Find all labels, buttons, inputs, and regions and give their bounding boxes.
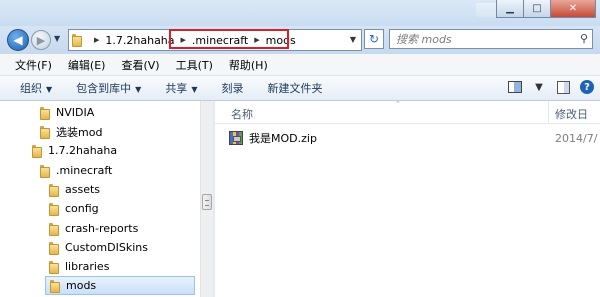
tree-item-label: libraries: [65, 260, 110, 273]
maximize-button[interactable]: □: [524, 0, 551, 18]
address-bar[interactable]: ▶ 1.7.2hahaha ▶ .minecraft ▶ mods ▼: [68, 29, 362, 51]
menu-bar: 文件(F) 编辑(E) 查看(V) 工具(T) 帮助(H): [0, 54, 600, 76]
zip-archive-icon: [229, 131, 243, 145]
minimize-button[interactable]: ▁: [496, 0, 524, 18]
folder-icon: [40, 164, 50, 178]
file-list: ⌃ 名称 修改日 我是MOD.zip 2014/7/: [215, 100, 600, 297]
sort-indicator-icon: ⌃: [395, 100, 401, 108]
navigation-pane: NVIDIA 选装mod 1.7.2hahaha .minecraft asse…: [0, 101, 212, 297]
tree-item-label: .minecraft: [56, 164, 113, 177]
arrow-right-icon: ▶: [36, 33, 46, 47]
share-label: 共享: [165, 82, 188, 95]
folder-icon: [49, 241, 59, 255]
folder-icon: [40, 106, 50, 120]
column-header-modified[interactable]: 修改日: [555, 106, 588, 122]
chevron-down-icon: ▼: [135, 85, 142, 94]
include-in-library-label: 包含到库中: [76, 82, 132, 95]
tree-item-nvidia[interactable]: NVIDIA: [40, 103, 94, 122]
column-header-name[interactable]: 名称: [231, 106, 253, 122]
tree-item-label: 选装mod: [56, 125, 103, 139]
tree-item-label: config: [65, 202, 99, 215]
column-divider[interactable]: [548, 101, 549, 123]
breadcrumb-separator-icon[interactable]: ▶: [94, 36, 99, 44]
navigation-scrollbar[interactable]: [200, 101, 213, 297]
breadcrumb-highlight-box: [169, 29, 289, 49]
help-icon: ?: [580, 80, 594, 94]
tree-item-label: assets: [65, 183, 101, 196]
file-modified-date: 2014/7/: [555, 132, 598, 145]
tree-item-assets[interactable]: assets: [49, 180, 100, 199]
breadcrumb-item[interactable]: 1.7.2hahaha: [105, 34, 174, 47]
arrow-left-icon: ◀: [13, 33, 23, 47]
command-bar: 组织 ▼ 包含到库中 ▼ 共享 ▼ 刻录 新建文件夹 ▼ ?: [0, 76, 600, 101]
new-folder-button[interactable]: 新建文件夹: [255, 80, 334, 96]
folder-icon: [49, 202, 59, 216]
menu-view[interactable]: 查看(V): [113, 57, 167, 73]
tree-item-label: crash-reports: [65, 222, 139, 235]
window-controls: ▁ □ ✕: [496, 0, 596, 18]
help-button[interactable]: ?: [580, 80, 594, 94]
chevron-down-icon: ▼: [191, 85, 198, 94]
tree-item-crash-reports[interactable]: crash-reports: [49, 219, 138, 238]
column-headers: ⌃ 名称 修改日: [215, 100, 600, 124]
chevron-down-icon: ▼: [46, 85, 53, 94]
tree-item-label: NVIDIA: [56, 106, 95, 119]
preview-pane-icon[interactable]: [556, 80, 570, 94]
tree-item-label: mods: [66, 279, 97, 292]
tree-item-config[interactable]: config: [49, 199, 99, 218]
tree-item-customdiskins[interactable]: CustomDISkins: [49, 238, 148, 257]
tree-item-optional-mods[interactable]: 选装mod: [40, 122, 102, 141]
folder-icon: [49, 260, 59, 274]
change-view-icon[interactable]: [508, 80, 522, 94]
file-name: 我是MOD.zip: [249, 132, 317, 145]
menu-help[interactable]: 帮助(H): [221, 57, 276, 73]
menu-file[interactable]: 文件(F): [0, 57, 60, 73]
folder-icon: [49, 222, 59, 236]
forward-button[interactable]: ▶: [31, 30, 51, 50]
recent-pages-dropdown[interactable]: ▼: [54, 34, 60, 43]
refresh-icon: ↻: [368, 32, 380, 46]
folder-icon: [72, 33, 82, 47]
tree-item-libraries[interactable]: libraries: [49, 257, 109, 276]
organize-button[interactable]: 组织 ▼: [0, 80, 64, 96]
search-icon[interactable]: ⚲: [580, 32, 588, 45]
close-button[interactable]: ✕: [551, 0, 596, 18]
tree-item-label: 1.7.2hahaha: [48, 144, 118, 157]
menu-tools[interactable]: 工具(T): [168, 57, 221, 73]
folder-icon: [50, 279, 60, 293]
organize-label: 组织: [20, 82, 42, 95]
scrollbar-thumb[interactable]: [202, 194, 212, 210]
include-in-library-button[interactable]: 包含到库中 ▼: [64, 80, 153, 96]
title-bar: ▁ □ ✕: [0, 0, 600, 26]
tree-item-minecraft[interactable]: .minecraft: [40, 161, 112, 180]
view-options-dropdown-icon[interactable]: ▼: [532, 80, 546, 94]
address-dropdown-icon[interactable]: ▼: [344, 30, 362, 48]
back-button[interactable]: ◀: [7, 29, 29, 51]
folder-icon: [40, 125, 50, 139]
share-button[interactable]: 共享 ▼: [153, 80, 209, 96]
folder-icon: [49, 183, 59, 197]
tree-item-label: CustomDISkins: [65, 241, 148, 254]
tree-item-mods[interactable]: mods: [45, 276, 195, 295]
menu-edit[interactable]: 编辑(E): [60, 57, 114, 73]
burn-button[interactable]: 刻录: [209, 80, 255, 96]
folder-icon: [32, 144, 42, 158]
refresh-button[interactable]: ↻: [364, 29, 384, 49]
file-row[interactable]: 我是MOD.zip 2014/7/: [229, 128, 600, 148]
tree-item-1-7-2hahaha[interactable]: 1.7.2hahaha: [32, 141, 117, 160]
search-box[interactable]: ⚲: [389, 29, 593, 49]
search-input[interactable]: [396, 32, 566, 46]
